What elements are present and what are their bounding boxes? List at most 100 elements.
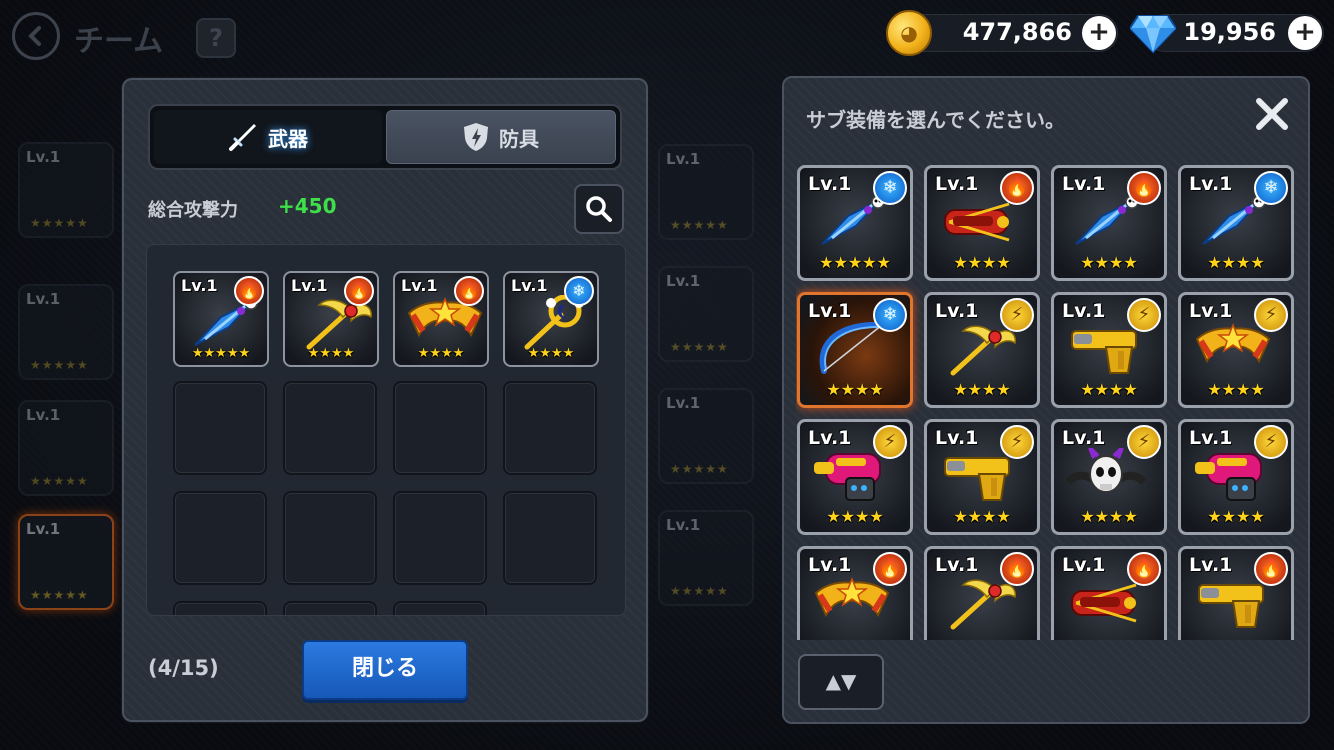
- weapon-card[interactable]: Lv.1 ⚡ ★★★★: [1178, 419, 1294, 535]
- wing-staff-icon: [939, 575, 1019, 635]
- total-attack-value: +450: [278, 194, 337, 218]
- team-slot[interactable]: Lv.1 ★★★★★: [18, 400, 114, 496]
- weapon-card[interactable]: Lv.1 ❄ ★★★★: [797, 292, 913, 408]
- weapon-card[interactable]: Lv.1 🔥 ★★★★: [283, 271, 379, 367]
- weapon-card[interactable]: Lv.1 🔥 ★★★★: [924, 165, 1040, 281]
- tab-armor[interactable]: 防具: [386, 110, 616, 164]
- item-level: Lv.1: [808, 554, 852, 576]
- weapon-card[interactable]: Lv.1 ⚡ ★★★★: [1051, 419, 1167, 535]
- empty-slot[interactable]: [173, 381, 267, 475]
- lightning-element-icon: ⚡: [1127, 425, 1161, 459]
- equipped-grid: Lv.1 🔥 ★★★★★ Lv.1 🔥 ★★★★ Lv.1 🔥 ★★★★ Lv.1 ❄ ★★★★: [146, 244, 626, 616]
- lightning-element-icon: ⚡: [1254, 425, 1288, 459]
- empty-slot[interactable]: [393, 491, 487, 585]
- item-stars: ★★★★: [1080, 507, 1138, 526]
- slot-stars: ★★★★★: [670, 340, 729, 354]
- fire-element-icon: 🔥: [454, 276, 484, 306]
- slot-level: Lv.1: [26, 406, 61, 424]
- crossbow-icon: [1066, 575, 1146, 635]
- weapon-card[interactable]: Lv.1 ❄ ★★★★: [503, 271, 599, 367]
- item-level: Lv.1: [935, 173, 979, 195]
- weapon-card[interactable]: Lv.1 ⚡ ★★★★: [797, 419, 913, 535]
- empty-slot[interactable]: [283, 381, 377, 475]
- weapon-card[interactable]: Lv.1 🔥 ★★★★: [393, 271, 489, 367]
- slot-stars: ★★★★★: [670, 584, 729, 598]
- empty-slot[interactable]: [283, 601, 377, 615]
- total-attack-label: 総合攻撃力: [148, 200, 238, 221]
- close-icon[interactable]: [1252, 94, 1292, 134]
- empty-slot[interactable]: [173, 601, 267, 615]
- item-level: Lv.1: [1189, 554, 1233, 576]
- tab-weapon[interactable]: 武器: [154, 110, 382, 164]
- weapon-card[interactable]: Lv.1 🔥 ★★★★: [1051, 165, 1167, 281]
- lightning-element-icon: ⚡: [1127, 298, 1161, 332]
- empty-slot[interactable]: [503, 381, 597, 475]
- weapon-card[interactable]: Lv.1 🔥: [1178, 546, 1294, 640]
- item-level: Lv.1: [1062, 300, 1106, 322]
- weapon-card[interactable]: Lv.1 🔥 ★★★★★: [173, 271, 269, 367]
- team-slot[interactable]: Lv.1 ★★★★★: [18, 284, 114, 380]
- team-slot[interactable]: Lv.1 ★★★★★: [658, 266, 754, 362]
- item-level: Lv.1: [808, 173, 852, 195]
- team-slot[interactable]: Lv.1 ★★★★★: [18, 514, 114, 610]
- back-button[interactable]: [12, 12, 60, 60]
- item-stars: ★★★★: [1080, 380, 1138, 399]
- ice-element-icon: ❄: [564, 276, 594, 306]
- wing-staff-icon: [939, 321, 1019, 381]
- item-level: Lv.1: [808, 427, 852, 449]
- blaster-icon: [812, 448, 892, 508]
- slot-level: Lv.1: [666, 516, 701, 534]
- item-level: Lv.1: [181, 276, 218, 295]
- weapon-card[interactable]: Lv.1 ⚡ ★★★★: [924, 419, 1040, 535]
- lightning-element-icon: ⚡: [873, 425, 907, 459]
- boomerang-icon: [812, 575, 892, 635]
- slot-stars: ★★★★★: [30, 588, 89, 602]
- fire-element-icon: 🔥: [344, 276, 374, 306]
- slot-stars: ★★★★★: [30, 216, 89, 230]
- close-button[interactable]: 閉じる: [302, 640, 468, 700]
- blaster-icon: [1193, 448, 1273, 508]
- item-stars: ★★★★: [1207, 507, 1265, 526]
- empty-slot[interactable]: [393, 381, 487, 475]
- slot-level: Lv.1: [26, 520, 61, 538]
- add-gems-button[interactable]: +: [1288, 16, 1322, 50]
- search-icon: [586, 196, 612, 222]
- item-stars: ★★★★★: [819, 253, 891, 272]
- slot-stars: ★★★★★: [30, 358, 89, 372]
- weapon-card[interactable]: Lv.1 ⚡ ★★★★: [1178, 292, 1294, 408]
- empty-slot[interactable]: [283, 491, 377, 585]
- item-level: Lv.1: [1189, 427, 1233, 449]
- help-button[interactable]: ?: [196, 18, 236, 58]
- weapon-card[interactable]: Lv.1 ❄ ★★★★: [1178, 165, 1294, 281]
- fire-element-icon: 🔥: [1127, 552, 1161, 586]
- team-slot[interactable]: Lv.1 ★★★★★: [658, 144, 754, 240]
- fire-element-icon: 🔥: [1254, 552, 1288, 586]
- item-level: Lv.1: [291, 276, 328, 295]
- weapon-card[interactable]: Lv.1 ⚡ ★★★★: [1051, 292, 1167, 408]
- diamond-icon: [1130, 15, 1176, 54]
- item-level: Lv.1: [511, 276, 548, 295]
- weapon-card[interactable]: Lv.1 🔥: [797, 546, 913, 640]
- pistol-icon: [939, 448, 1019, 508]
- add-coins-button[interactable]: +: [1082, 16, 1116, 50]
- empty-slot[interactable]: [503, 491, 597, 585]
- search-button[interactable]: [574, 184, 624, 234]
- weapon-card[interactable]: Lv.1 ⚡ ★★★★: [924, 292, 1040, 408]
- item-level: Lv.1: [1189, 300, 1233, 322]
- empty-slot[interactable]: [393, 601, 487, 615]
- team-slot[interactable]: Lv.1 ★★★★★: [658, 388, 754, 484]
- fire-element-icon: 🔥: [1000, 171, 1034, 205]
- item-level: Lv.1: [401, 276, 438, 295]
- weapon-card[interactable]: Lv.1 🔥: [924, 546, 1040, 640]
- weapon-card[interactable]: Lv.1 ❄ ★★★★★: [797, 165, 913, 281]
- fire-element-icon: 🔥: [234, 276, 264, 306]
- sort-button[interactable]: ▲▼: [798, 654, 884, 710]
- team-slot[interactable]: Lv.1 ★★★★★: [658, 510, 754, 606]
- coin-icon: ◕: [886, 10, 932, 56]
- tab-label: 武器: [268, 126, 308, 151]
- empty-slot[interactable]: [173, 491, 267, 585]
- item-level: Lv.1: [935, 427, 979, 449]
- weapon-card[interactable]: Lv.1 🔥: [1051, 546, 1167, 640]
- item-level: Lv.1: [1062, 173, 1106, 195]
- team-slot[interactable]: Lv.1 ★★★★★: [18, 142, 114, 238]
